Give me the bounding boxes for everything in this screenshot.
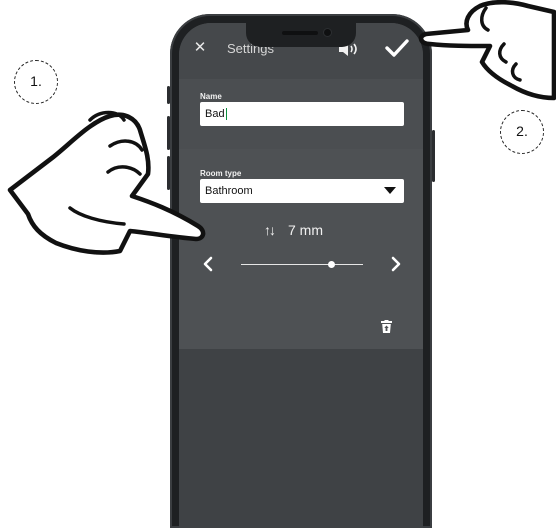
- text-caret: [225, 108, 227, 121]
- dropdown-arrow-icon: [384, 187, 396, 194]
- name-input[interactable]: Bad: [200, 102, 404, 126]
- thickness-slider[interactable]: [241, 264, 363, 265]
- thickness-value: 7 mm: [288, 222, 323, 238]
- pointing-hand-left: [7, 110, 206, 255]
- phone-notch: [246, 23, 356, 47]
- earpiece: [282, 31, 318, 35]
- name-section: Name Bad: [179, 79, 423, 149]
- room-type-select[interactable]: Bathroom: [200, 179, 404, 203]
- phone-frame: ✕ Settings Name Bad Room type Bathroom ↑…: [167, 14, 435, 528]
- checkmark-icon[interactable]: [385, 38, 409, 58]
- up-down-arrows-icon: ↑↓: [264, 222, 276, 238]
- close-icon[interactable]: ✕: [193, 40, 207, 55]
- room-type-value: Bathroom: [205, 185, 253, 197]
- pointing-hand-right: [418, 0, 556, 101]
- step-marker-2: 2.: [500, 110, 544, 154]
- phone-screen: ✕ Settings Name Bad Room type Bathroom ↑…: [179, 23, 423, 528]
- front-camera: [324, 29, 331, 36]
- trash-icon[interactable]: [381, 320, 392, 333]
- illustration: ✕ Settings Name Bad Room type Bathroom ↑…: [0, 0, 556, 528]
- phone-power-button: [432, 130, 435, 182]
- chevron-right-icon[interactable]: [389, 255, 403, 273]
- lower-section: [179, 349, 423, 528]
- thickness-display: ↑↓ 7 mm: [264, 222, 323, 238]
- step-marker-1: 1.: [14, 60, 58, 104]
